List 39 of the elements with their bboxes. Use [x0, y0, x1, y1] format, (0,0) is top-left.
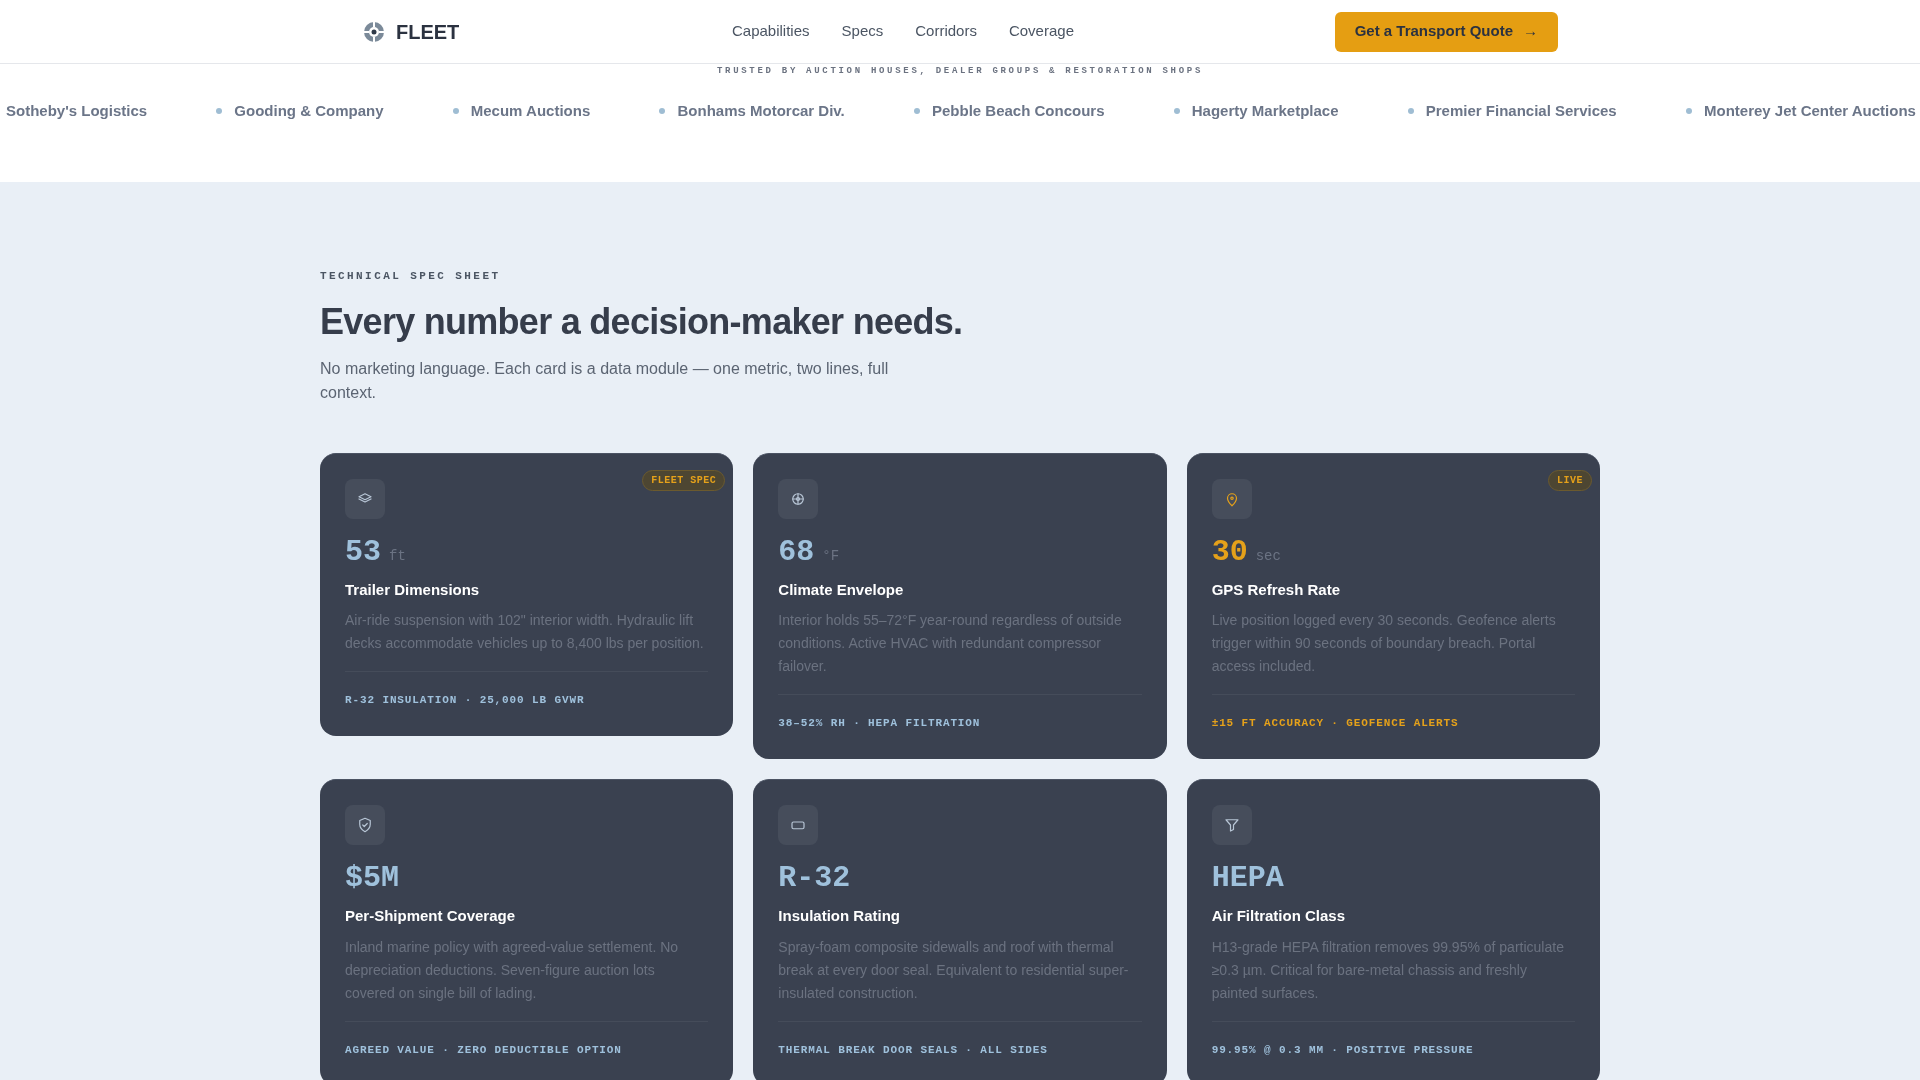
card-title: Climate Envelope	[778, 579, 905, 600]
metric-value: HEPA	[1211, 863, 1284, 893]
card-title: GPS Refresh Rate	[1211, 579, 1342, 600]
section-heading: Every number a decision-maker needs.	[320, 299, 964, 344]
section-eyebrow: TECHNICAL SPEC SHEET	[320, 269, 502, 284]
partner-name: Monterey Jet Center Auctions	[1703, 101, 1916, 121]
section-intro: No marketing language. Each card is a data module — one metric, two lines, full context.	[320, 358, 890, 403]
partner-name: Pebble Beach Concours	[932, 101, 1105, 121]
partner-name: Mecum Auctions	[470, 101, 591, 121]
brand-name[interactable]: FLEET	[396, 16, 460, 47]
card-title: Air Filtration Class	[1211, 906, 1346, 926]
metric-value: R-32	[778, 863, 851, 893]
metric-value: 53	[345, 536, 381, 567]
quote-button[interactable]: Get a Transport Quote →	[1334, 11, 1558, 52]
nav-link[interactable]: Capabilities	[732, 20, 810, 43]
partner-name: Gooding & Company	[234, 101, 384, 121]
card-footer: THERMAL BREAK DOOR SEALS · ALL SIDES	[778, 1043, 1048, 1056]
logo-icon	[362, 19, 386, 44]
card-footer: 99.95% @ 0.3 MM · POSITIVE PRESSURE	[1211, 1043, 1474, 1056]
partner-name: Bonhams Motorcar Div.	[677, 101, 845, 121]
nav-link[interactable]: Specs	[841, 20, 884, 43]
trust-label: TRUSTED BY AUCTION HOUSES, DEALER GROUPS & RESTORATION SHOPS	[716, 65, 1204, 77]
metric-value: 68	[778, 536, 815, 567]
card-title: Per-Shipment Coverage	[345, 906, 517, 926]
card-title: Insulation Rating	[778, 906, 901, 926]
partner-name: Premier Financial Services	[1425, 101, 1617, 121]
card-badge: LIVE	[1548, 469, 1592, 491]
partner-name: Sotheby's Logistics	[6, 101, 148, 121]
card-footer: R-32 INSULATION · 25,000 LB GVWR	[345, 694, 585, 706]
nav-link[interactable]: Corridors	[915, 20, 977, 43]
card-footer: AGREED VALUE · ZERO DEDUCTIBLE OPTION	[345, 1043, 622, 1056]
metric-value: $5M	[345, 863, 399, 893]
metric-value: 30	[1211, 536, 1248, 567]
partner-name: Hagerty Marketplace	[1191, 101, 1339, 121]
card-footer: 38–52% RH · HEPA FILTRATION	[778, 717, 981, 729]
card-badge: FLEET SPEC	[642, 469, 726, 491]
card-footer: ±15 FT ACCURACY · GEOFENCE ALERTS	[1211, 717, 1459, 729]
nav-link[interactable]: Coverage	[1008, 20, 1074, 43]
card-title: Trailer Dimensions	[345, 579, 481, 600]
